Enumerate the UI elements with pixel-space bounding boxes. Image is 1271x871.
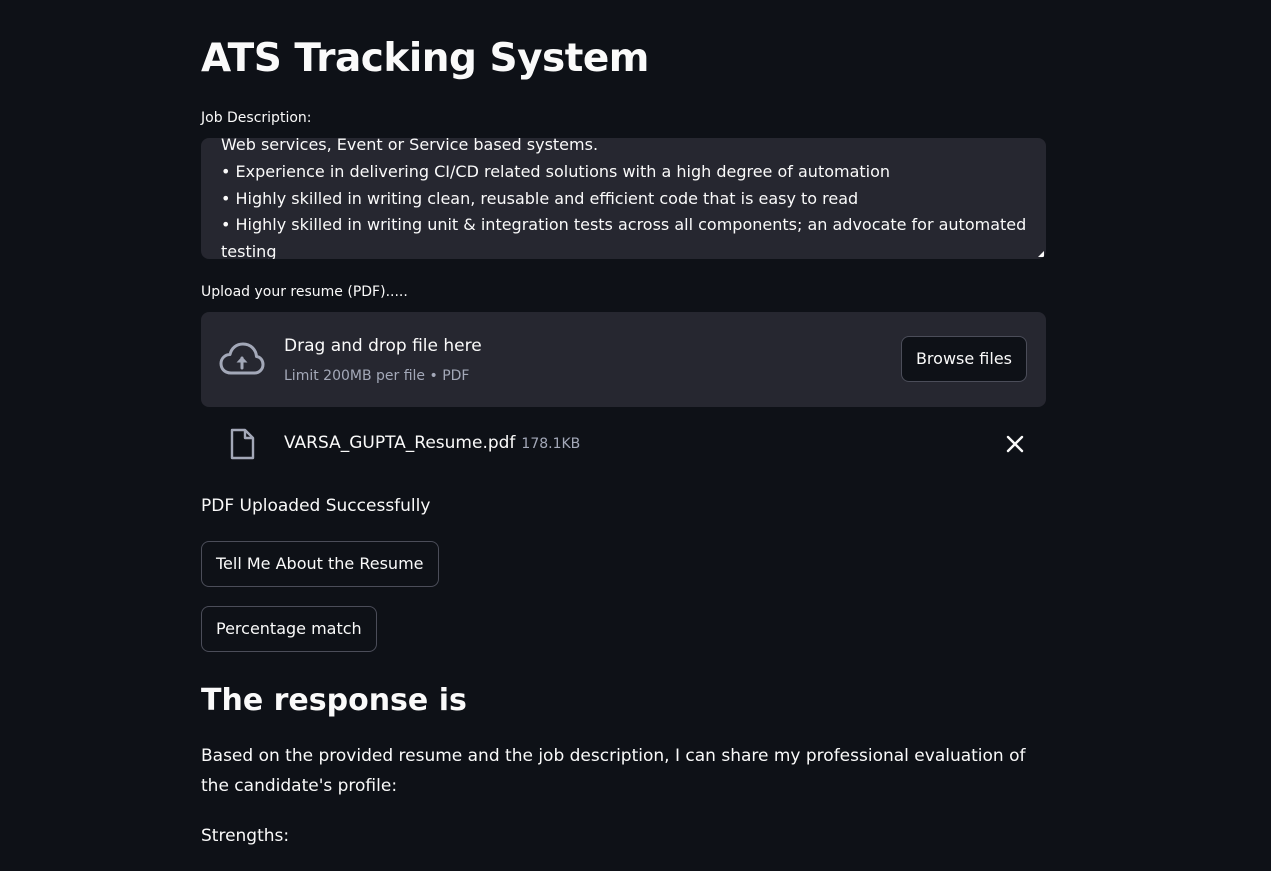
uploaded-file-name: VARSA_GUPTA_Resume.pdf 178.1KB xyxy=(284,431,580,456)
tell-me-about-resume-button[interactable]: Tell Me About the Resume xyxy=(201,541,439,587)
file-icon xyxy=(230,428,255,460)
response-heading: The response is xyxy=(201,683,467,718)
uploaded-file-row: VARSA_GUPTA_Resume.pdf 178.1KB xyxy=(201,420,1046,468)
dropzone-limit-text: Limit 200MB per file • PDF xyxy=(284,368,470,384)
textarea-line: testing xyxy=(221,242,277,259)
job-description-label: Job Description: xyxy=(201,110,312,126)
file-size: 178.1KB xyxy=(521,436,581,452)
dropzone-instructions: Drag and drop file here xyxy=(284,336,482,356)
textarea-line: Web services, Event or Service based sys… xyxy=(221,138,599,154)
browse-files-button[interactable]: Browse files xyxy=(900,336,1027,382)
response-intro-text: Based on the provided resume and the job… xyxy=(201,746,1026,796)
strengths-label: Strengths: xyxy=(201,826,290,846)
textarea-line: • Highly skilled in writing unit & integ… xyxy=(221,215,1027,235)
job-description-textarea[interactable]: Web services, Event or Service based sys… xyxy=(201,138,1046,259)
textarea-line: • Highly skilled in writing clean, reusa… xyxy=(221,188,859,208)
resize-handle[interactable] xyxy=(1038,251,1044,257)
upload-label: Upload your resume (PDF)..... xyxy=(201,284,408,300)
file-dropzone[interactable]: Drag and drop file here Limit 200MB per … xyxy=(201,312,1046,407)
file-name-text: VARSA_GUPTA_Resume.pdf xyxy=(284,433,516,453)
cloud-upload-icon xyxy=(219,342,265,375)
upload-status-text: PDF Uploaded Successfully xyxy=(201,496,431,516)
close-icon[interactable] xyxy=(1004,433,1026,455)
textarea-line: • Experience in delivering CI/CD related… xyxy=(221,161,891,181)
page-title: ATS Tracking System xyxy=(201,36,649,81)
job-description-text[interactable]: Web services, Event or Service based sys… xyxy=(221,138,1027,259)
percentage-match-button[interactable]: Percentage match xyxy=(201,606,377,652)
